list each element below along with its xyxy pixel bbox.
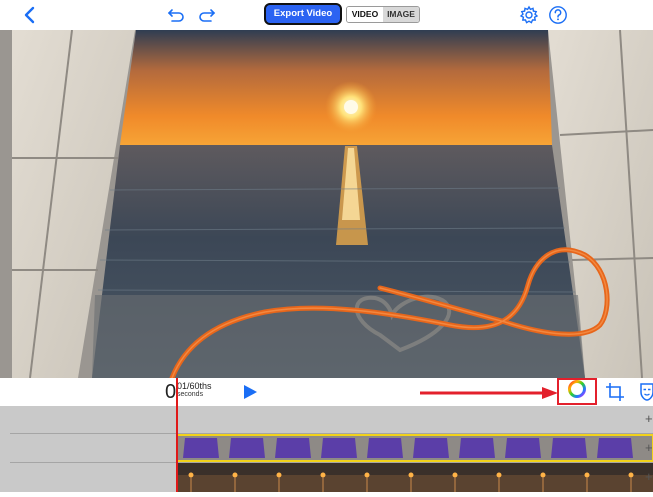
- color-adjust-button[interactable]: [557, 378, 597, 405]
- export-video-button[interactable]: Export Video: [264, 3, 342, 25]
- mode-image-option[interactable]: IMAGE: [383, 7, 419, 22]
- export-video-label: Export Video: [273, 8, 333, 19]
- undo-icon[interactable]: [166, 4, 188, 26]
- play-icon[interactable]: [242, 384, 258, 400]
- arrow-right-icon: [420, 386, 560, 400]
- help-icon[interactable]: [547, 4, 569, 26]
- secondary-track[interactable]: [177, 463, 653, 492]
- mode-segmented-control[interactable]: VIDEO IMAGE: [346, 6, 420, 23]
- back-chevron-icon[interactable]: [20, 4, 40, 26]
- time-unit-label: seconds: [177, 391, 204, 398]
- gear-icon[interactable]: [518, 4, 540, 26]
- timeline[interactable]: + + +: [0, 406, 653, 492]
- add-track-button[interactable]: +: [645, 441, 653, 455]
- mask-icon[interactable]: [638, 381, 653, 403]
- mode-video-option[interactable]: VIDEO: [347, 7, 383, 22]
- video-clip-track[interactable]: [176, 434, 653, 462]
- playhead[interactable]: [176, 378, 178, 492]
- color-wheel-icon: [567, 379, 587, 404]
- crop-icon[interactable]: [604, 381, 626, 403]
- video-preview-canvas[interactable]: [0, 30, 653, 378]
- redo-icon[interactable]: [195, 4, 217, 26]
- add-track-button[interactable]: +: [645, 412, 653, 426]
- time-seconds-value: 0: [165, 381, 177, 403]
- time-frame-fraction: 01/60ths: [177, 381, 212, 391]
- add-track-button[interactable]: +: [645, 470, 653, 484]
